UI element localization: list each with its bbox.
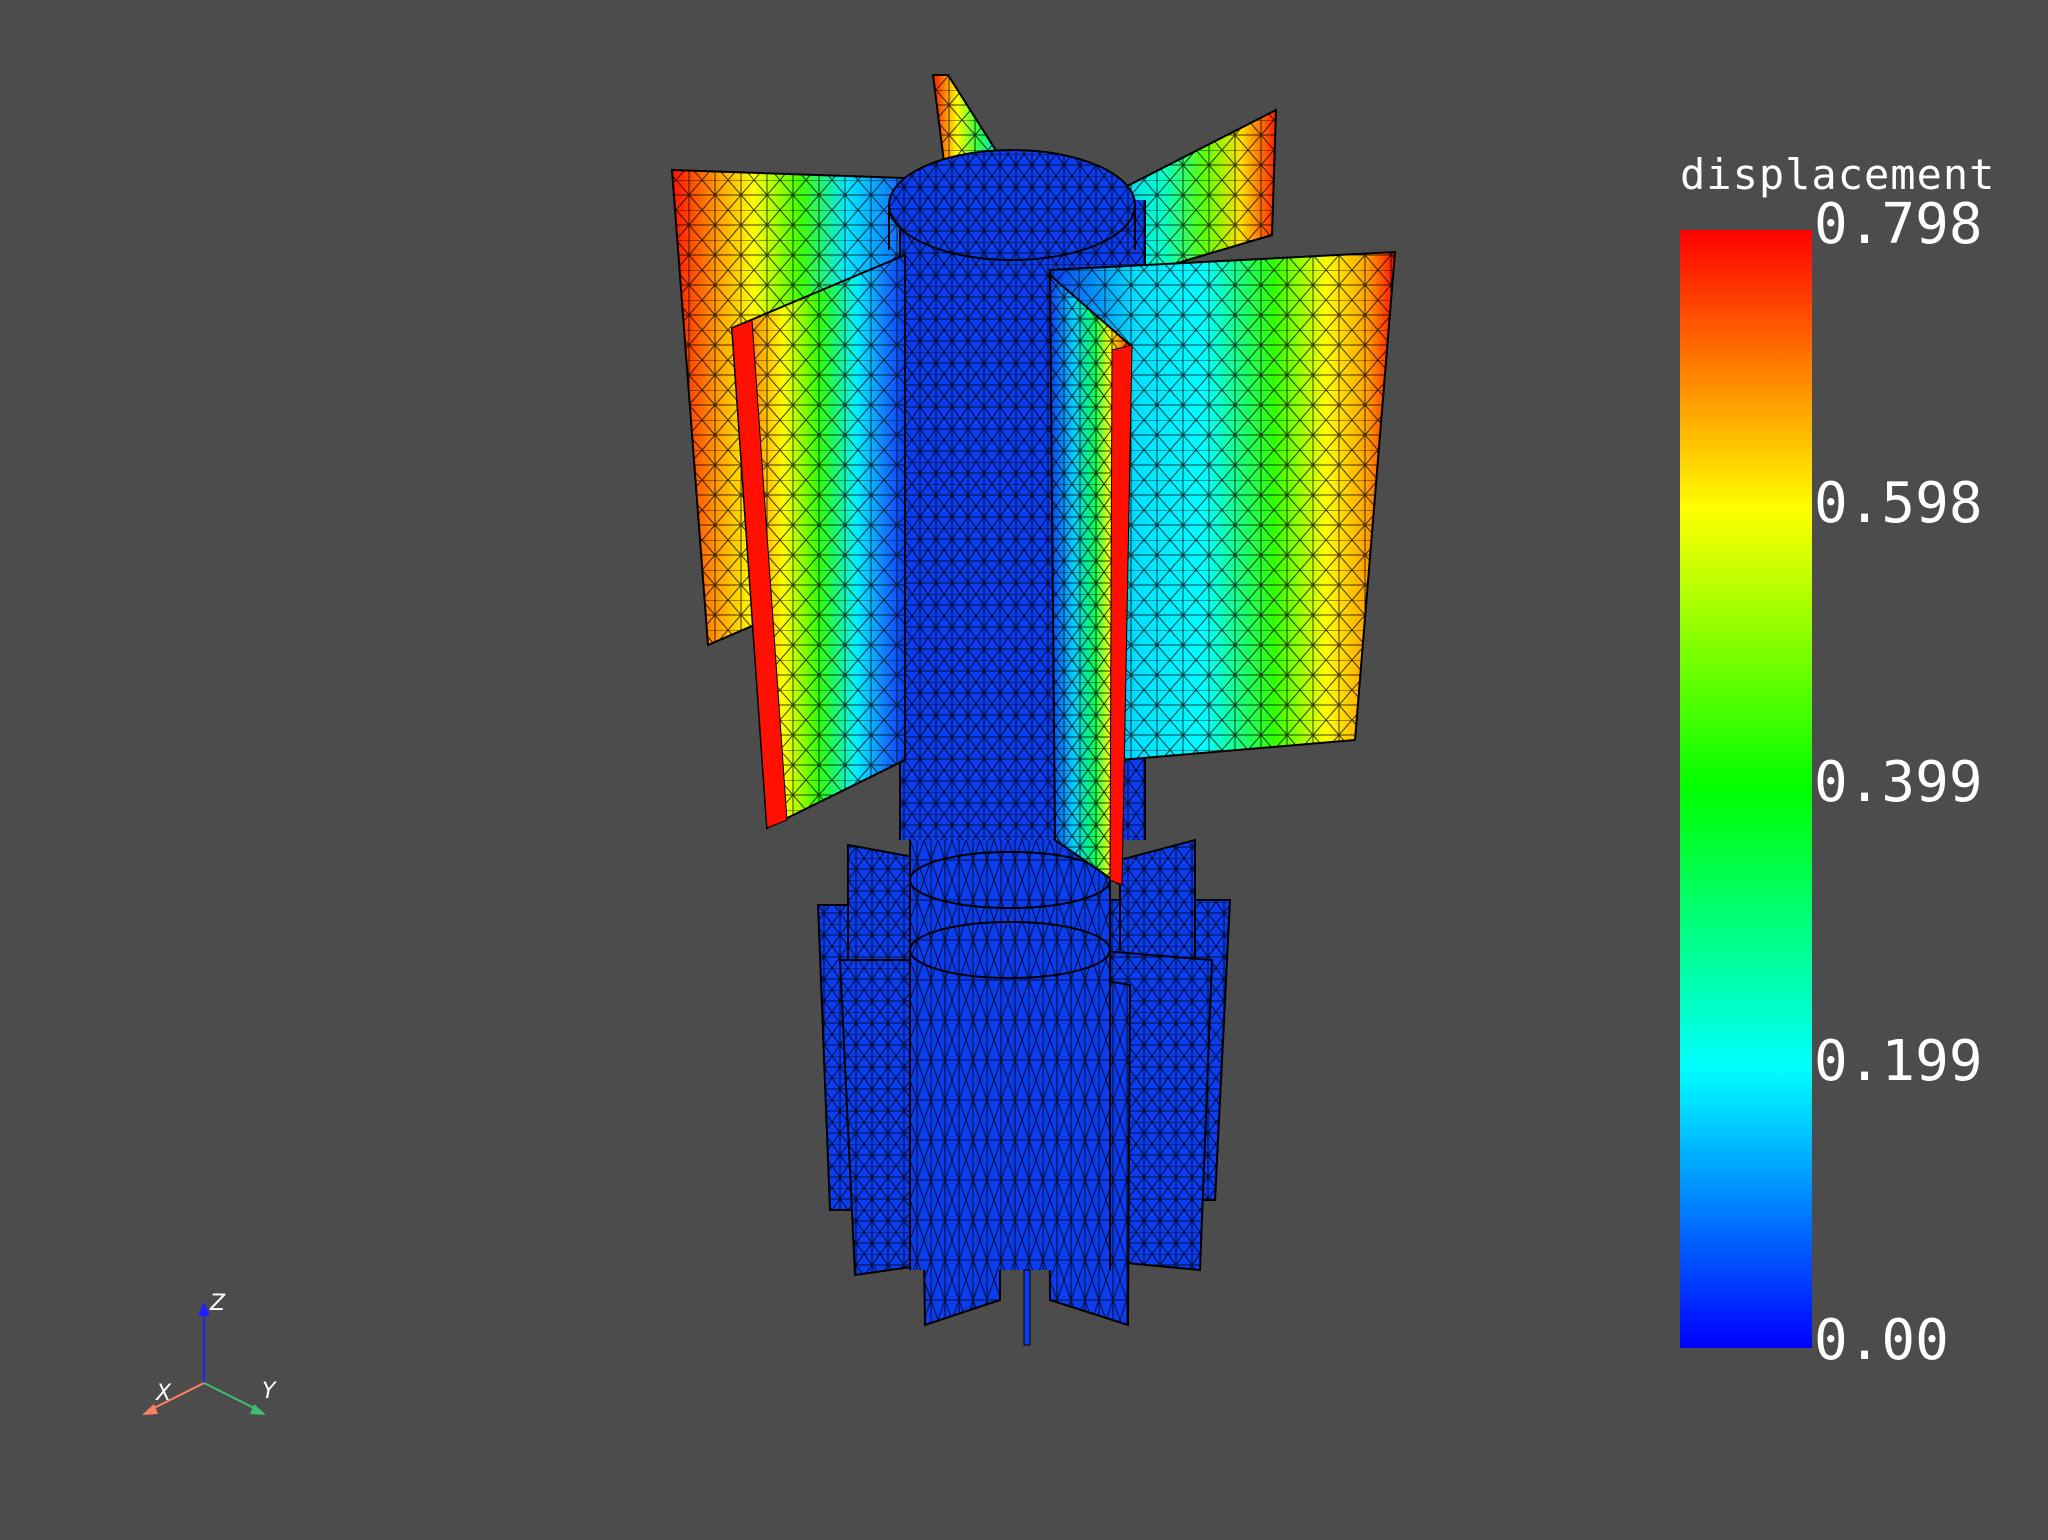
- y-axis-line: [203, 1382, 259, 1411]
- y-axis-arrow: [250, 1404, 266, 1415]
- z-axis-arrow: [198, 1302, 210, 1316]
- x-axis-label: X: [155, 1381, 172, 1406]
- scalar-bar-tick: 0.798: [1814, 192, 1983, 257]
- blade-center-front: [1048, 272, 1133, 887]
- render-viewport[interactable]: Z X Y displacement 0.798 0.598 0.399 0.1…: [0, 0, 2048, 1536]
- scalar-bar-gradient: [1680, 230, 1812, 1348]
- scalar-bar-tick: 0.199: [1814, 1029, 1983, 1094]
- top-cap: [888, 149, 1136, 261]
- y-axis-label: Y: [262, 1379, 277, 1404]
- blade-front-left: [730, 253, 906, 830]
- lower-hub: [909, 800, 1111, 1346]
- orientation-axes: Z X Y: [142, 1291, 277, 1415]
- scalar-bar-tick: 0.598: [1814, 471, 1983, 536]
- scalar-bar-tick: 0.00: [1814, 1308, 1949, 1373]
- scalar-bar-tick: 0.399: [1814, 750, 1983, 815]
- scalar-bar: displacement 0.798 0.598 0.399 0.199 0.0…: [1676, 150, 2036, 1370]
- z-axis-label: Z: [209, 1291, 226, 1316]
